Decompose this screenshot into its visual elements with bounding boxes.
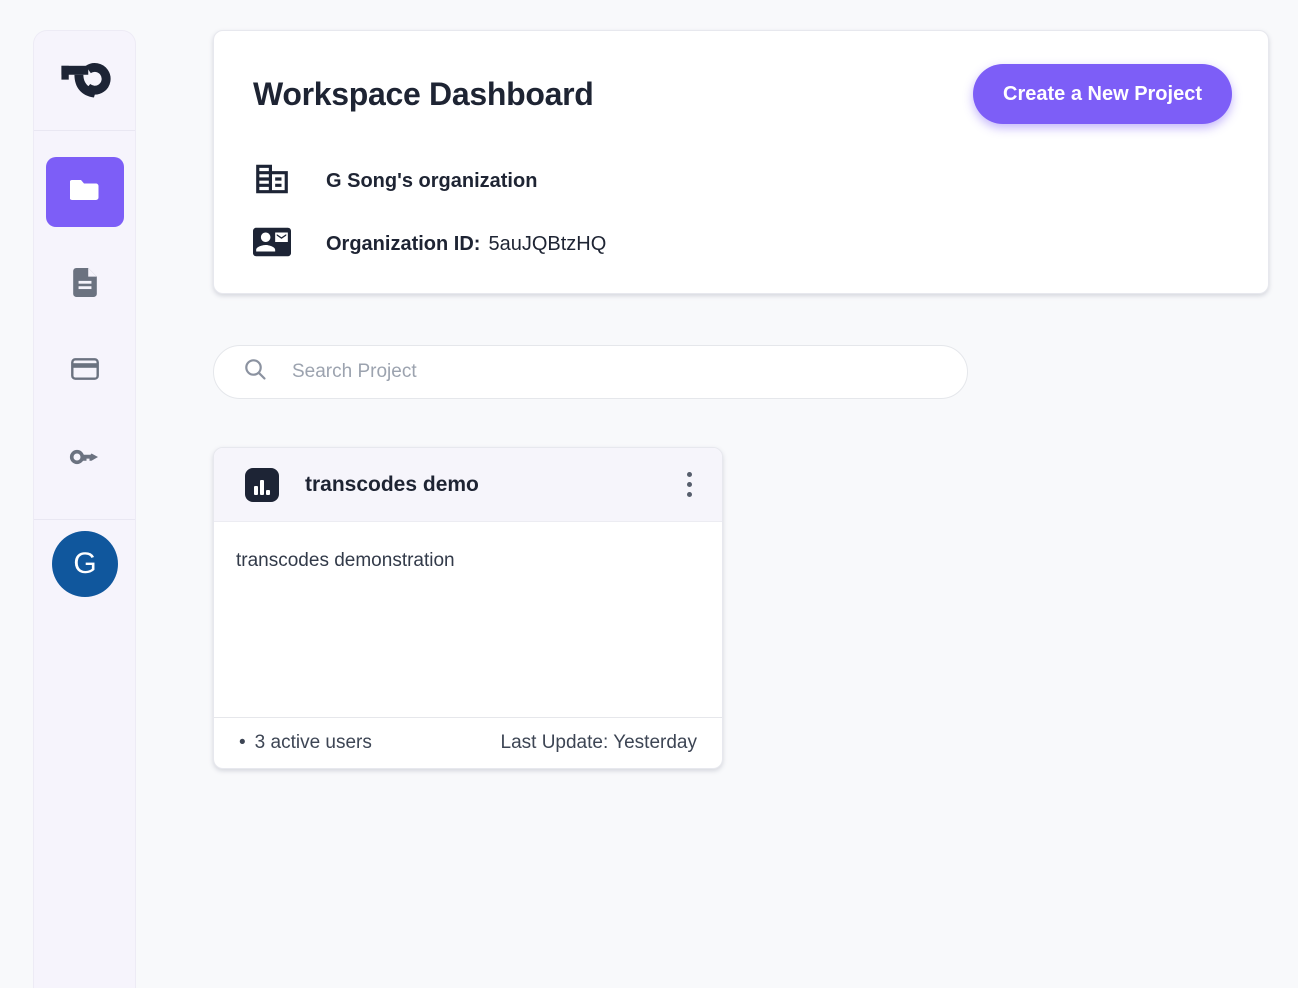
project-title: transcodes demo [305,473,681,497]
workspace-dashboard-page: G Workspace Dashboard Create a New Proje… [0,0,1298,988]
organization-id-row: Organization ID: 5auJQBtzHQ [253,225,606,263]
page-title: Workspace Dashboard [253,76,594,113]
active-users-text: 3 active users [255,732,372,754]
sidebar-item-documents[interactable] [34,268,135,302]
search-input[interactable] [292,361,947,383]
project-menu-button[interactable] [681,466,698,503]
sidebar-divider [34,519,135,520]
bar-chart-icon [245,468,279,502]
project-card-header: transcodes demo [214,448,722,522]
document-icon [73,268,97,302]
organization-building-icon [253,160,291,203]
project-description: transcodes demonstration [214,522,722,600]
app-logo[interactable] [34,31,135,131]
key-icon [69,447,101,472]
project-search [213,345,968,399]
organization-name: G Song's organization [326,170,537,193]
search-icon [244,358,267,386]
folder-icon [70,178,100,207]
user-avatar[interactable]: G [52,531,118,597]
tc-logo-icon [59,55,111,106]
create-new-project-button[interactable]: Create a New Project [973,64,1232,124]
sidebar-item-api-keys[interactable] [34,447,135,472]
contact-mail-icon [253,223,291,266]
workspace-header-card: Workspace Dashboard Create a New Project… [213,30,1269,294]
organization-id-label: Organization ID: [326,233,480,255]
project-card-footer: • 3 active users Last Update: Yesterday [214,717,722,768]
last-update-text: Last Update: Yesterday [501,732,697,754]
organization-name-row: G Song's organization [253,162,537,200]
credit-card-icon [71,358,99,385]
bullet-icon: • [239,732,246,754]
sidebar-item-projects[interactable] [46,157,124,227]
avatar-initial: G [73,547,96,581]
project-card[interactable]: transcodes demo transcodes demonstration… [213,447,723,769]
sidebar-item-billing[interactable] [34,358,135,385]
sidebar: G [33,30,136,988]
organization-id-value: 5auJQBtzHQ [488,233,606,255]
active-users: • 3 active users [239,732,372,754]
